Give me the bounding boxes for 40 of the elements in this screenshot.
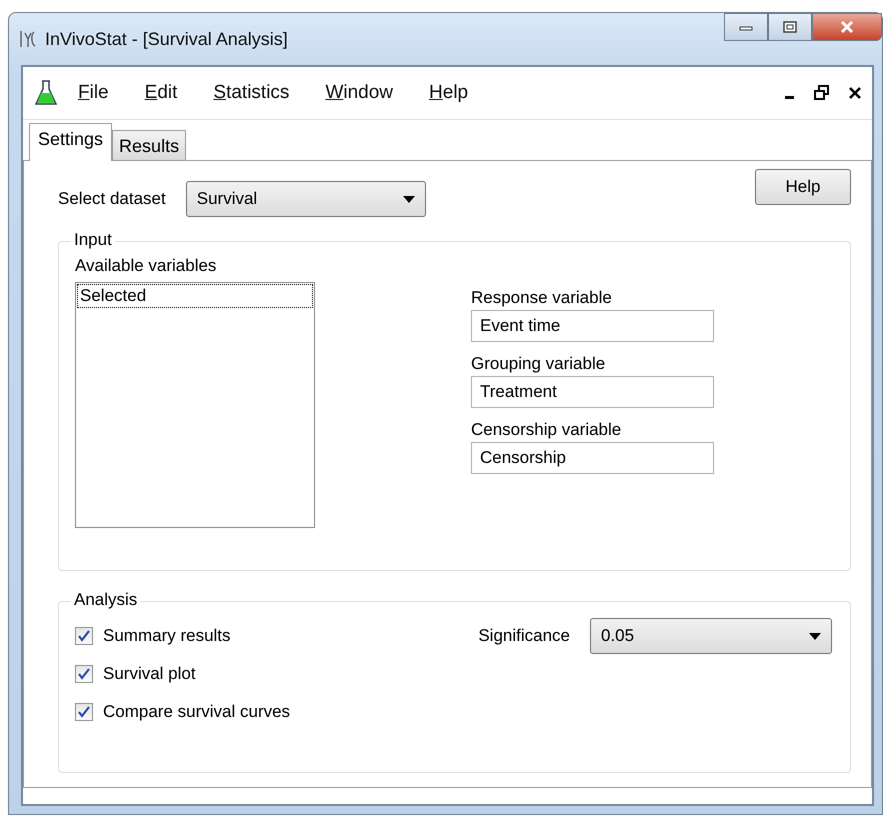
menu-item[interactable]: Help [426, 80, 472, 106]
field-label: Response variable [471, 288, 613, 308]
minimize-button[interactable] [724, 13, 768, 41]
tab[interactable]: Settings [29, 123, 112, 161]
checkbox[interactable] [75, 665, 93, 683]
variables-list[interactable]: Selected [75, 282, 315, 528]
field-label: Censorship variable [471, 420, 622, 440]
significance-dropdown[interactable]: 0.05 [590, 618, 832, 654]
menu-item[interactable]: File [75, 80, 112, 106]
text-field[interactable]: Event time [471, 310, 714, 342]
checkbox-label: Survival plot [103, 664, 196, 684]
text-field[interactable]: Censorship [471, 442, 714, 474]
field-label: Grouping variable [471, 354, 606, 374]
significance-label: Significance [478, 626, 570, 646]
checkbox[interactable] [75, 703, 93, 721]
menu-item[interactable]: Statistics [210, 80, 292, 106]
window-title: InVivoStat - [Survival Analysis] [45, 28, 288, 50]
caret-icon [809, 632, 821, 640]
checkbox-label: Compare survival curves [103, 702, 290, 722]
maximize-icon [782, 20, 798, 34]
menu-item[interactable]: Edit [142, 80, 180, 106]
maximize-button[interactable] [768, 13, 812, 41]
menu-item[interactable]: Window [322, 80, 396, 106]
dataset-dropdown[interactable]: Survival [186, 181, 426, 217]
caret-icon [402, 196, 415, 202]
help-button[interactable]: Help [755, 169, 851, 205]
checkbox[interactable] [75, 627, 93, 645]
checkbox-label: Summary results [103, 626, 231, 646]
flask-icon [35, 80, 57, 106]
available-variables-label: Available variables [75, 256, 218, 276]
list-item[interactable]: Selected [78, 285, 312, 307]
text-field[interactable]: Treatment [471, 376, 714, 408]
restore-icon[interactable] [814, 85, 830, 101]
close-icon [839, 20, 855, 34]
group-title: Analysis [71, 590, 140, 610]
close-button[interactable] [812, 13, 882, 41]
group-title: Input [71, 230, 115, 250]
tab[interactable]: Results [112, 130, 186, 160]
dataset-label: Select dataset [58, 189, 166, 209]
close-icon[interactable] [848, 86, 862, 100]
